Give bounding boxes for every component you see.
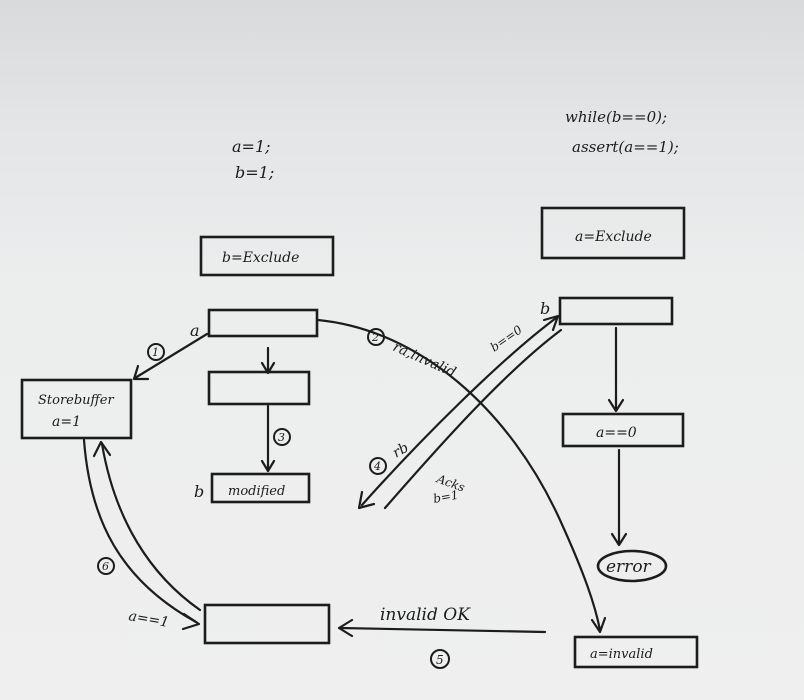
- storebuffer-title: Storebuffer: [38, 393, 114, 408]
- step-4-number: 4: [373, 460, 381, 473]
- arrow-flush-to-storebuffer: [100, 442, 202, 612]
- arrowhead-storebuffer-down: [181, 612, 201, 631]
- left-row-label-a: a: [190, 321, 200, 340]
- arrow-read-b-upper: [360, 316, 558, 507]
- left-bottom-box: [203, 603, 331, 645]
- step-6-label: a==1: [127, 608, 170, 631]
- left-modified-label: modified: [228, 484, 285, 499]
- left-exclude-label: b=Exclude: [222, 250, 299, 266]
- arrow-invalid-ok: [338, 626, 547, 634]
- code-left-line-2: b=1;: [235, 163, 274, 182]
- step-2-number: 2: [371, 331, 379, 344]
- arrow-invalidate-request: [316, 318, 602, 632]
- error-label: error: [606, 557, 652, 577]
- left-cache-line-middle: [207, 370, 311, 406]
- left-cache-line-a: [207, 308, 319, 338]
- b-check-label: b==0: [488, 322, 525, 354]
- step-3-number: 3: [278, 431, 285, 444]
- left-row-label-b: b: [194, 482, 204, 501]
- step-5-label: invalid OK: [380, 605, 471, 625]
- right-invalid-label: a=invalid: [590, 647, 653, 662]
- step-4-label: rb: [390, 440, 412, 462]
- acks-value: b=1: [432, 488, 459, 506]
- code-right-line-2: assert(a==1);: [572, 138, 679, 156]
- step-2-label: ra,invalid: [390, 339, 458, 381]
- right-check-label: a==0: [596, 425, 637, 441]
- arrow-to-storebuffer: [133, 332, 209, 380]
- code-left-line-1: a=1;: [232, 137, 271, 156]
- right-row-label-b: b: [540, 299, 550, 318]
- step-6-number: 6: [102, 560, 109, 573]
- right-exclude-label: a=Exclude: [575, 229, 652, 245]
- right-cache-line-b: [558, 296, 674, 326]
- storebuffer-value: a=1: [52, 414, 81, 430]
- cache-coherence-diagram: a=1; b=1; while(b==0); assert(a==1); b=E…: [20, 108, 699, 669]
- step-5-number: 5: [436, 653, 444, 667]
- step-1-number: 1: [152, 346, 159, 359]
- code-right-line-1: while(b==0);: [565, 108, 667, 126]
